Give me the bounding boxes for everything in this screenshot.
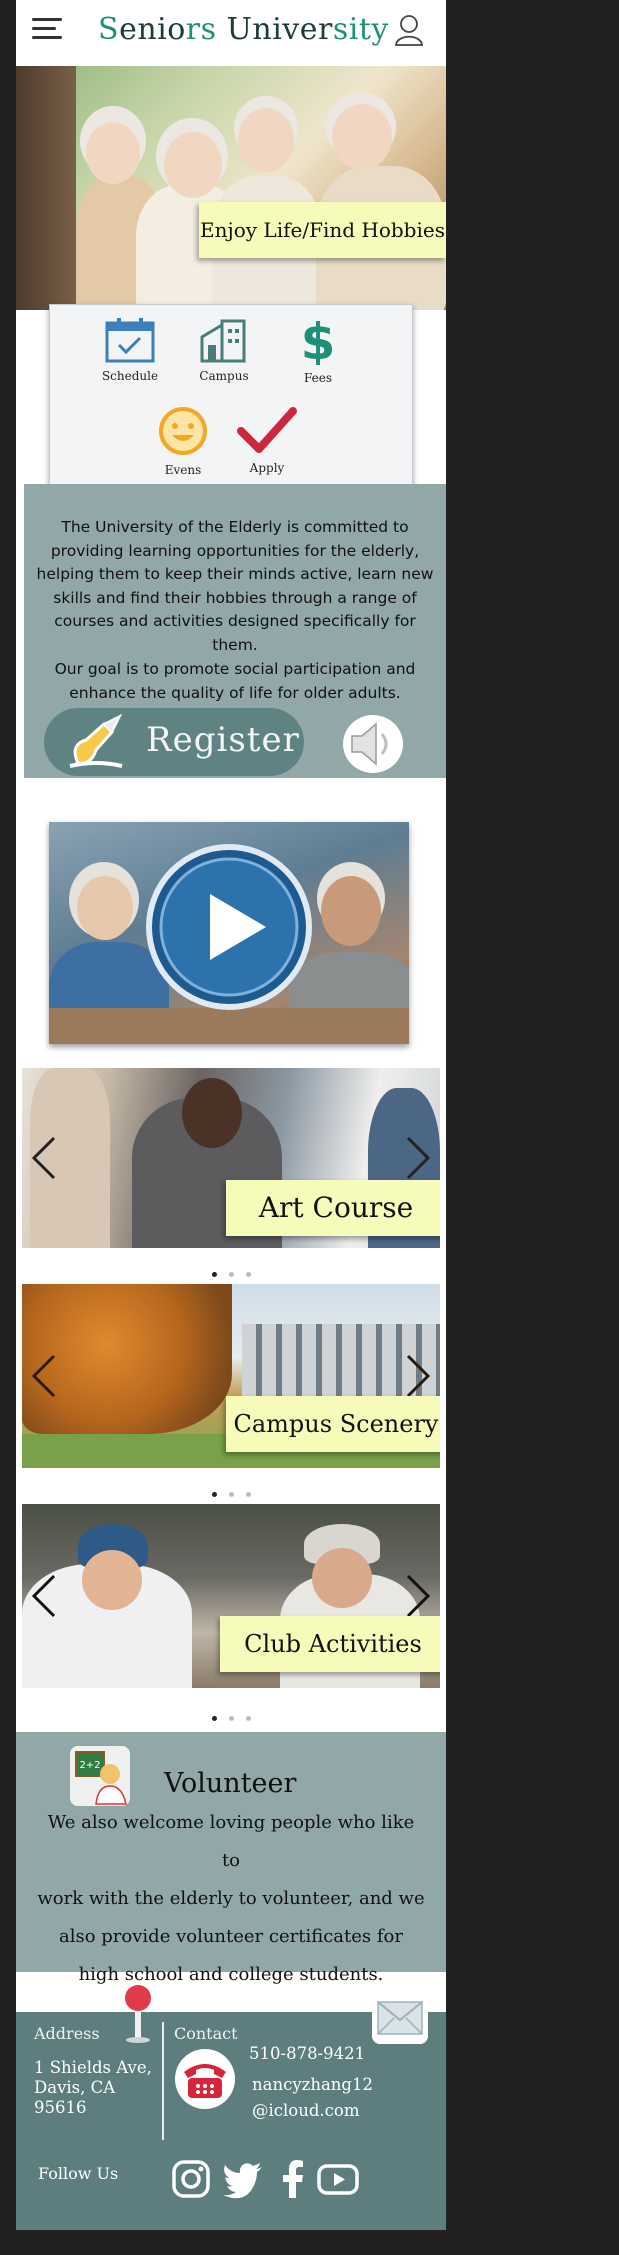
- footer-divider: [162, 2022, 164, 2140]
- carousel-person-shape: [312, 1548, 372, 1608]
- hero-banner: Enjoy Life/Find Hobbies: [199, 202, 446, 258]
- quick-link-label: Evens: [164, 463, 202, 477]
- carousel-banner: Club Activities: [220, 1616, 440, 1672]
- hero-image: Enjoy Life/Find Hobbies: [16, 66, 446, 310]
- carousel-next-icon[interactable]: [404, 1354, 432, 1398]
- video-player[interactable]: [49, 822, 409, 1044]
- quick-link-label: Schedule: [101, 369, 159, 383]
- hamburger-menu-icon[interactable]: [32, 18, 62, 42]
- carousel-dot[interactable]: [228, 1716, 234, 1721]
- hero-person-shape: [332, 104, 392, 170]
- follow-us-label: Follow Us: [38, 2164, 119, 2183]
- site-logo[interactable]: Seniors University: [98, 12, 389, 47]
- hero-person-shape: [238, 108, 294, 172]
- carousel-dot[interactable]: [245, 1272, 251, 1277]
- twitter-icon[interactable]: [222, 2158, 264, 2200]
- footer: Address 1 Shields Ave, Davis, CA 95616 C…: [16, 1985, 446, 2230]
- address-line: Davis, CA: [34, 2078, 116, 2097]
- mail-icon[interactable]: [370, 1990, 430, 2046]
- carousel-dot[interactable]: [211, 1492, 217, 1497]
- checkmark-icon: [237, 407, 297, 453]
- volunteer-description: We also welcome loving people who like t…: [36, 1804, 426, 1994]
- video-table-shape: [49, 1008, 409, 1044]
- quick-link-label: Fees: [303, 371, 333, 385]
- carousel-next-icon[interactable]: [404, 1136, 432, 1180]
- carousel-banner: Campus Scenery: [226, 1396, 440, 1452]
- carousel-club-activities[interactable]: Club Activities: [22, 1504, 440, 1688]
- email-line: nancyzhang12: [252, 2075, 373, 2094]
- carousel-dot[interactable]: [211, 1716, 217, 1721]
- quick-link-schedule[interactable]: Schedule: [90, 317, 170, 383]
- hero-person-shape: [86, 122, 140, 184]
- carousel-prev-icon[interactable]: [30, 1574, 58, 1618]
- address-text: 1 Shields Ave, Davis, CA 95616: [34, 2058, 152, 2118]
- register-button[interactable]: Register: [44, 708, 304, 776]
- volunteer-title: Volunteer: [164, 1768, 297, 1799]
- about-goal-paragraph: Our goal is to promote social participat…: [54, 660, 416, 702]
- speaker-icon[interactable]: [342, 714, 404, 774]
- page: Seniors University Enjoy Life/Find Hobbi…: [16, 0, 446, 2230]
- quick-link-label: Campus: [199, 369, 249, 383]
- address-line: 95616: [34, 2098, 87, 2117]
- about-section: The University of the Elderly is committ…: [24, 484, 446, 778]
- quick-link-campus[interactable]: Campus: [184, 317, 264, 383]
- svg-text:$: $: [301, 313, 336, 365]
- map-pin-icon: [125, 1985, 151, 2043]
- carousel-campus-scenery[interactable]: Campus Scenery: [22, 1284, 440, 1468]
- volunteer-line: work with the elderly to volunteer, and …: [37, 1888, 425, 1909]
- register-label: Register: [146, 720, 300, 760]
- carousel-dot[interactable]: [245, 1716, 251, 1721]
- contact-email[interactable]: nancyzhang12 @icloud.com: [252, 2072, 373, 2124]
- carousel-person-shape: [82, 1550, 142, 1610]
- carousel-banner: Art Course: [226, 1180, 440, 1236]
- address-line: 1 Shields Ave,: [34, 2058, 152, 2077]
- carousel-dots: [16, 1482, 446, 1501]
- email-line: @icloud.com: [252, 2101, 360, 2120]
- carousel-art-course[interactable]: Art Course: [22, 1068, 440, 1248]
- dollar-icon: $: [301, 313, 336, 365]
- quick-link-events[interactable]: Evens: [143, 405, 223, 477]
- facebook-icon[interactable]: [272, 2158, 314, 2200]
- quick-link-label: Apply: [249, 461, 285, 475]
- contact-phone[interactable]: 510-878-9421: [249, 2044, 365, 2063]
- volunteer-line: also provide volunteer certificates for: [59, 1926, 403, 1947]
- video-person-shape: [77, 876, 133, 940]
- instagram-icon[interactable]: [170, 2158, 212, 2200]
- carousel-dot[interactable]: [211, 1272, 217, 1277]
- telephone-icon: [175, 2049, 235, 2109]
- contact-label: Contact: [174, 2024, 238, 2043]
- volunteer-line: high school and college students.: [78, 1964, 384, 1985]
- hero-person-shape: [164, 132, 222, 198]
- carousel-dots: [16, 1706, 446, 1725]
- quick-link-fees[interactable]: $ Fees: [278, 313, 358, 385]
- volunteer-line: We also welcome loving people who like t…: [47, 1812, 415, 1871]
- play-button-icon[interactable]: [144, 842, 314, 1012]
- carousel-prev-icon[interactable]: [30, 1354, 58, 1398]
- hero-tree-trunk: [16, 66, 76, 310]
- svg-text:2+2: 2+2: [79, 1760, 100, 1771]
- volunteer-teacher-icon: 2+2: [70, 1746, 130, 1806]
- header: Seniors University: [16, 0, 446, 66]
- quick-links-card: Schedule Campus $ Fees Evens Apply: [49, 304, 413, 504]
- carousel-dot[interactable]: [228, 1272, 234, 1277]
- carousel-dot[interactable]: [245, 1492, 251, 1497]
- quick-link-apply[interactable]: Apply: [227, 405, 307, 475]
- carousel-dots: [16, 1262, 446, 1281]
- carousel-person-shape: [182, 1078, 242, 1148]
- building-icon: [200, 319, 246, 363]
- address-label: Address: [34, 2024, 100, 2043]
- youtube-icon[interactable]: [316, 2158, 360, 2200]
- video-person-shape: [321, 876, 381, 946]
- carousel-dot[interactable]: [228, 1492, 234, 1497]
- user-profile-icon[interactable]: [394, 14, 424, 46]
- about-paragraph: The University of the Elderly is committ…: [36, 518, 434, 654]
- carousel-next-icon[interactable]: [404, 1574, 432, 1618]
- carousel-prev-icon[interactable]: [30, 1136, 58, 1180]
- calendar-check-icon: [105, 318, 155, 363]
- writing-hand-icon: [69, 714, 123, 768]
- smiley-icon: [159, 407, 207, 455]
- volunteer-section: 2+2 Volunteer We also welcome loving peo…: [16, 1732, 446, 1985]
